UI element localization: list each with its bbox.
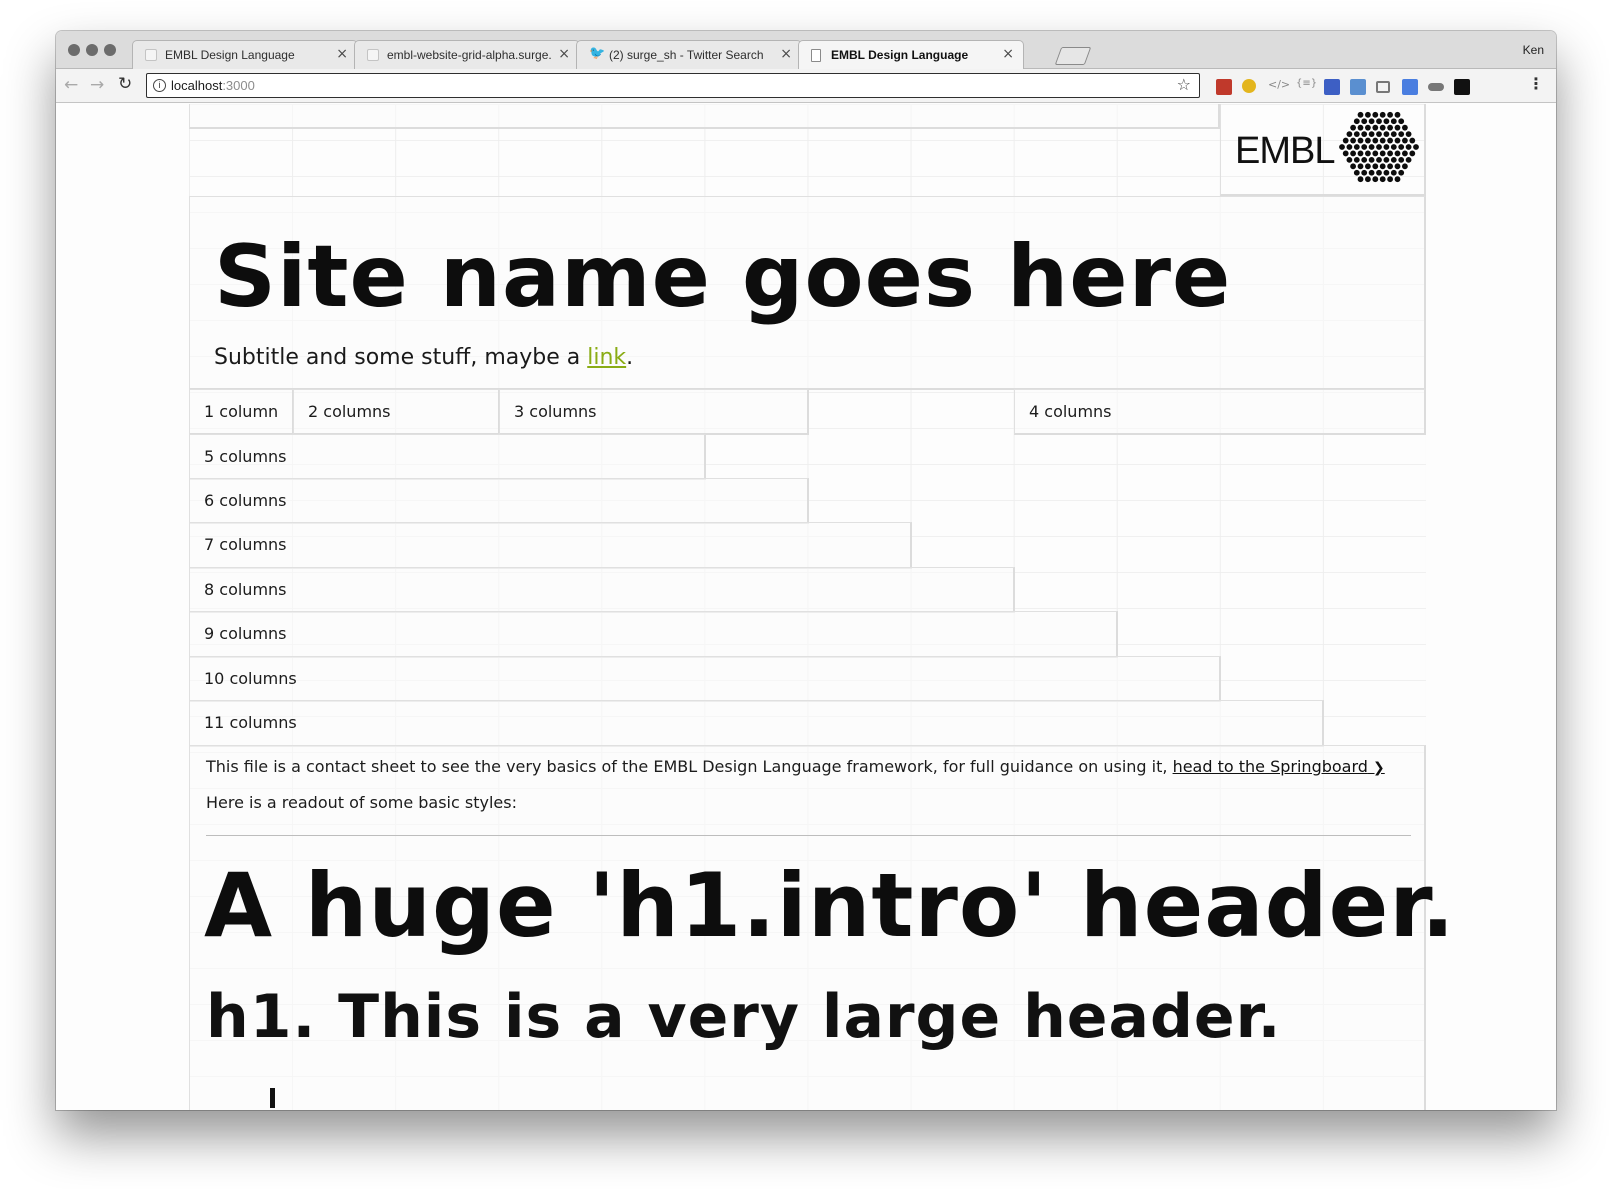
grid-box-label: 9 columns (204, 624, 287, 643)
top-nav-box (189, 104, 1220, 129)
grid-box-1-column: 1 column (189, 389, 294, 435)
minimize-window-button[interactable] (86, 44, 98, 56)
close-icon[interactable]: × (1002, 46, 1014, 62)
masthead: Site name goes here Subtitle and some st… (189, 196, 1426, 390)
extension-broom-icon[interactable] (1242, 79, 1256, 93)
profile-name[interactable]: Ken (1523, 43, 1544, 57)
browser-toolbar: ← → ↻ i localhost:3000 ☆ </> {≡} ⋮ (56, 69, 1556, 103)
subtitle: Subtitle and some stuff, maybe a link. (214, 345, 634, 370)
grid-box-10-columns: 10 columns (189, 656, 1221, 702)
grid-box-6-columns: 6 columns (189, 478, 809, 524)
springboard-link[interactable]: head to the Springboard ❯ (1173, 757, 1385, 776)
grid-box-5-columns: 5 columns (189, 434, 706, 480)
extension-blue-icon[interactable] (1324, 79, 1340, 95)
blank-page-icon (367, 49, 379, 61)
reload-icon[interactable]: ↻ (118, 74, 132, 94)
extension-amazon-icon[interactable] (1454, 79, 1470, 95)
url-text[interactable]: localhost:3000 (171, 78, 255, 93)
info-icon[interactable]: i (153, 79, 166, 92)
logo-text: EMBL (1235, 130, 1335, 172)
grid-box-label: 1 column (204, 402, 279, 421)
document-icon (811, 49, 821, 62)
back-arrow-icon[interactable]: ← (64, 75, 78, 95)
h2-sample-partial (206, 1072, 286, 1110)
grid-box-11-columns: 11 columns (189, 700, 1324, 747)
maximize-window-button[interactable] (104, 44, 116, 56)
intro-paragraph: This file is a contact sheet to see the … (206, 757, 1385, 776)
tab-title: embl-website-grid-alpha.surge.sh (387, 48, 551, 62)
grid-box-label: 7 columns (204, 535, 287, 554)
extension-screenshot-icon[interactable] (1350, 79, 1366, 95)
browser-window: EMBL Design Language × embl-website-grid… (56, 31, 1556, 1110)
bookmark-star-icon[interactable]: ☆ (1177, 75, 1191, 94)
tab-title: (2) surge_sh - Twitter Search (609, 48, 764, 62)
cutoff-heading-ascenders (270, 1088, 275, 1108)
extension-code-icon[interactable]: </> (1268, 78, 1290, 94)
grid-box-label: 5 columns (204, 447, 287, 466)
h1-sample: h1. This is a very large header. (206, 982, 1282, 1052)
close-icon[interactable]: × (558, 46, 570, 62)
tab-embl-website-grid[interactable]: embl-website-grid-alpha.surge.sh × (354, 40, 580, 69)
cast-icon[interactable] (1376, 81, 1390, 93)
grid-box-label: 10 columns (204, 669, 297, 688)
subtitle-link[interactable]: link (587, 345, 626, 370)
embl-hexagon-dots-icon (1339, 111, 1419, 183)
grid-box-4-columns: 4 columns (1014, 389, 1426, 435)
page-viewport: EMBL Site name goes here Subtitle and so… (56, 104, 1556, 1110)
grid-box-label: 3 columns (514, 402, 597, 421)
extension-glasses-icon[interactable] (1428, 83, 1444, 91)
close-icon[interactable]: × (780, 46, 792, 62)
grid-box-label: 4 columns (1029, 402, 1112, 421)
twitter-bird-icon: 🐦 (589, 46, 606, 61)
extension-mail-icon[interactable] (1216, 79, 1232, 95)
browser-menu-icon[interactable]: ⋮ (1528, 74, 1544, 93)
grid-box-label: 8 columns (204, 580, 287, 599)
grid-box-label: 11 columns (204, 713, 297, 732)
tab-embl-design-language-1[interactable]: EMBL Design Language × (132, 40, 358, 69)
tab-embl-design-language-active[interactable]: EMBL Design Language × (798, 40, 1024, 70)
grid-box-7-columns: 7 columns (189, 522, 912, 569)
grid-box-label: 2 columns (308, 402, 391, 421)
grid-box-9-columns: 9 columns (189, 611, 1118, 658)
tab-title: EMBL Design Language (831, 48, 969, 62)
grid-box-8-columns: 8 columns (189, 567, 1015, 613)
embl-logo[interactable]: EMBL (1220, 104, 1426, 196)
blank-page-icon (145, 49, 157, 61)
new-tab-button[interactable] (1054, 47, 1092, 65)
tab-twitter-search[interactable]: 🐦 (2) surge_sh - Twitter Search × (576, 40, 802, 69)
tab-strip: EMBL Design Language × embl-website-grid… (56, 31, 1556, 70)
address-bar[interactable]: i localhost:3000 ☆ (146, 73, 1200, 98)
tab-title: EMBL Design Language (165, 48, 295, 62)
divider (206, 835, 1411, 836)
site-title: Site name goes here (214, 227, 1232, 327)
h1-intro-sample: A huge 'h1.intro' header. (204, 854, 1456, 957)
grid-box-label: 6 columns (204, 491, 287, 510)
chevron-right-icon: ❯ (1373, 760, 1385, 776)
close-icon[interactable]: × (336, 46, 348, 62)
readout-text: Here is a readout of some basic styles: (206, 793, 517, 812)
grid-box-3-columns: 3 columns (499, 389, 809, 435)
extension-json-icon[interactable]: {≡} (1296, 78, 1317, 94)
forward-arrow-icon[interactable]: → (90, 75, 104, 95)
close-window-button[interactable] (68, 44, 80, 56)
grid-box-2-columns: 2 columns (293, 389, 500, 435)
extension-sync-icon[interactable] (1402, 79, 1418, 95)
